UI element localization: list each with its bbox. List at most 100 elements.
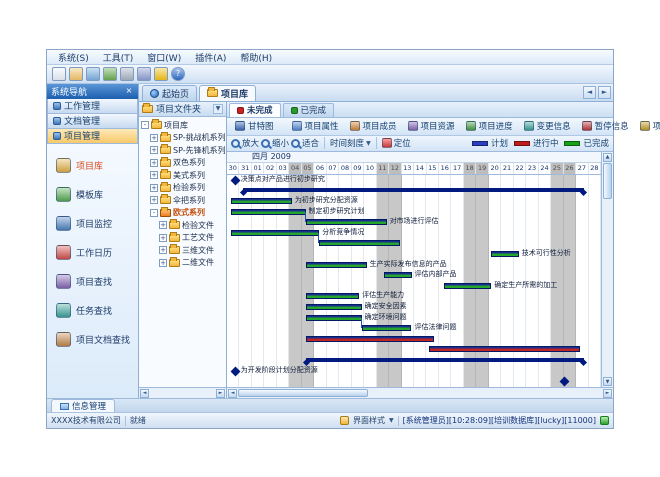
- tree-node[interactable]: +SP-挑战机系列: [141, 131, 226, 144]
- tree-expander[interactable]: +: [150, 196, 158, 204]
- gantt-toolbar-button[interactable]: 项目资源: [403, 118, 460, 134]
- gantt-task-bar[interactable]: [384, 272, 411, 278]
- gantt-toolbar-button[interactable]: 项目成员: [345, 118, 402, 134]
- tree-node[interactable]: +SP-先锋机系列: [141, 144, 226, 157]
- tab-scroll-left-button[interactable]: ◄: [583, 86, 596, 99]
- tree-node[interactable]: +伞把系列: [141, 194, 226, 207]
- ui-style-icon[interactable]: [340, 416, 349, 425]
- menu-item[interactable]: 系统(S): [51, 50, 96, 65]
- tree-node[interactable]: +美式系列: [141, 169, 226, 182]
- tree-expander[interactable]: +: [159, 221, 167, 229]
- gantt-task-bar[interactable]: [306, 315, 362, 321]
- scroll-right-icon[interactable]: ►: [216, 389, 225, 398]
- sidebar-item[interactable]: 项目监控: [47, 209, 138, 238]
- locate-icon[interactable]: [382, 138, 392, 148]
- gantt-task-bar[interactable]: [362, 325, 412, 331]
- gantt-task-bar[interactable]: [306, 262, 367, 268]
- tree-expander[interactable]: +: [150, 159, 158, 167]
- tree-hscrollbar[interactable]: ◄ ►: [139, 387, 226, 398]
- chevron-down-icon[interactable]: ▼: [366, 140, 371, 147]
- pin-icon[interactable]: ▼: [213, 104, 223, 114]
- tree-node[interactable]: -欧式系列: [141, 206, 226, 219]
- vertical-scroll-thumb[interactable]: [603, 163, 612, 199]
- chart-icon[interactable]: [103, 67, 117, 81]
- gantt-task-bar[interactable]: [306, 304, 362, 310]
- menu-item[interactable]: 工具(T): [96, 50, 141, 65]
- gantt-summary-bar[interactable]: [306, 358, 584, 362]
- help-icon[interactable]: ?: [171, 67, 185, 81]
- tab-finished[interactable]: 已完成: [283, 103, 335, 117]
- sidebar-group-active[interactable]: 项目管理: [47, 129, 138, 144]
- tree-expander[interactable]: -: [150, 209, 158, 217]
- menu-item[interactable]: 帮助(H): [233, 50, 279, 65]
- tree-expander[interactable]: +: [159, 259, 167, 267]
- zoom-in-button[interactable]: 放大: [242, 137, 259, 149]
- locate-button[interactable]: 定位: [394, 137, 411, 149]
- scroll-right-icon[interactable]: ►: [603, 389, 612, 398]
- gantt-toolbar-button[interactable]: 项目预算: [635, 118, 660, 134]
- gantt-toolbar-button[interactable]: 项目属性: [287, 118, 344, 134]
- tree-expander[interactable]: +: [150, 171, 158, 179]
- zoom-out-button[interactable]: 缩小: [272, 137, 289, 149]
- new-page-icon[interactable]: [52, 67, 66, 81]
- tree-expander[interactable]: +: [159, 234, 167, 242]
- lock-icon[interactable]: [154, 67, 168, 81]
- scroll-left-icon[interactable]: ◄: [140, 389, 149, 398]
- tab-project-library[interactable]: 项目库: [199, 85, 256, 101]
- vertical-scrollbar[interactable]: ▲ ▼: [602, 152, 613, 387]
- sidebar-item[interactable]: 项目查找: [47, 267, 138, 296]
- tree-node[interactable]: +检验系列: [141, 181, 226, 194]
- tree-expander[interactable]: +: [159, 246, 167, 254]
- gantt-task-bar[interactable]: [319, 240, 400, 246]
- gantt-task-bar[interactable]: [231, 230, 320, 236]
- tree-node[interactable]: -项目库: [141, 119, 226, 132]
- sidebar-item[interactable]: 任务查找: [47, 296, 138, 325]
- fit-icon[interactable]: [291, 139, 300, 148]
- tree-expander[interactable]: +: [150, 184, 158, 192]
- tree-node[interactable]: +双色系列: [141, 156, 226, 169]
- zoom-out-icon[interactable]: [261, 139, 270, 148]
- gantt-toolbar-button[interactable]: 甘特图: [230, 118, 279, 134]
- timescale-dropdown[interactable]: 时间刻度: [330, 137, 364, 149]
- tree-node[interactable]: +二维文件: [141, 256, 226, 269]
- gantt-task-bar[interactable]: [306, 293, 360, 299]
- sidebar-item[interactable]: 模板库: [47, 180, 138, 209]
- tree-expander[interactable]: +: [150, 146, 158, 154]
- ui-style-dropdown[interactable]: 界面样式: [353, 415, 385, 426]
- menu-item[interactable]: 窗口(W): [140, 50, 188, 65]
- menu-item[interactable]: 插件(A): [188, 50, 233, 65]
- gantt-toolbar-button[interactable]: 变更信息: [519, 118, 576, 134]
- gantt-task-bar[interactable]: [306, 336, 434, 342]
- horizontal-scroll-thumb[interactable]: [238, 389, 368, 397]
- gantt-toolbar-button[interactable]: 暂停信息: [577, 118, 634, 134]
- tab-scroll-right-button[interactable]: ►: [598, 86, 611, 99]
- calculator-icon[interactable]: [137, 67, 151, 81]
- tree-node[interactable]: +检验文件: [141, 219, 226, 232]
- scroll-up-icon[interactable]: ▲: [603, 153, 612, 162]
- gantt-summary-bar[interactable]: [243, 188, 583, 192]
- sidebar-group-button[interactable]: 工作管理: [47, 99, 138, 114]
- gantt-task-bar[interactable]: [444, 283, 491, 289]
- gantt-task-bar[interactable]: [231, 209, 306, 215]
- gantt-toolbar-button[interactable]: 项目进度: [461, 118, 518, 134]
- gantt-task-bar[interactable]: [231, 198, 292, 204]
- tab-start-page[interactable]: 起始页: [142, 85, 197, 101]
- horizontal-scrollbar[interactable]: ◄ ►: [227, 387, 613, 398]
- zoom-in-icon[interactable]: [231, 139, 240, 148]
- window-icon[interactable]: [86, 67, 100, 81]
- sidebar-item[interactable]: 项目库: [47, 151, 138, 180]
- tree-node[interactable]: +三维文件: [141, 244, 226, 257]
- open-folder-icon[interactable]: [69, 67, 83, 81]
- tab-message-management[interactable]: 信息管理: [51, 399, 115, 412]
- tree-expander[interactable]: +: [150, 134, 158, 142]
- sidebar-item[interactable]: 工作日历: [47, 238, 138, 267]
- close-icon[interactable]: ×: [124, 86, 134, 96]
- scroll-left-icon[interactable]: ◄: [228, 389, 237, 398]
- printer-icon[interactable]: [120, 67, 134, 81]
- gantt-task-bar[interactable]: [491, 251, 518, 257]
- sidebar-item[interactable]: 项目文档查找: [47, 325, 138, 354]
- tree-expander[interactable]: -: [141, 121, 149, 129]
- scroll-down-icon[interactable]: ▼: [603, 377, 612, 386]
- gantt-task-bar[interactable]: [306, 219, 387, 225]
- tab-unfinished[interactable]: 未完成: [229, 103, 281, 117]
